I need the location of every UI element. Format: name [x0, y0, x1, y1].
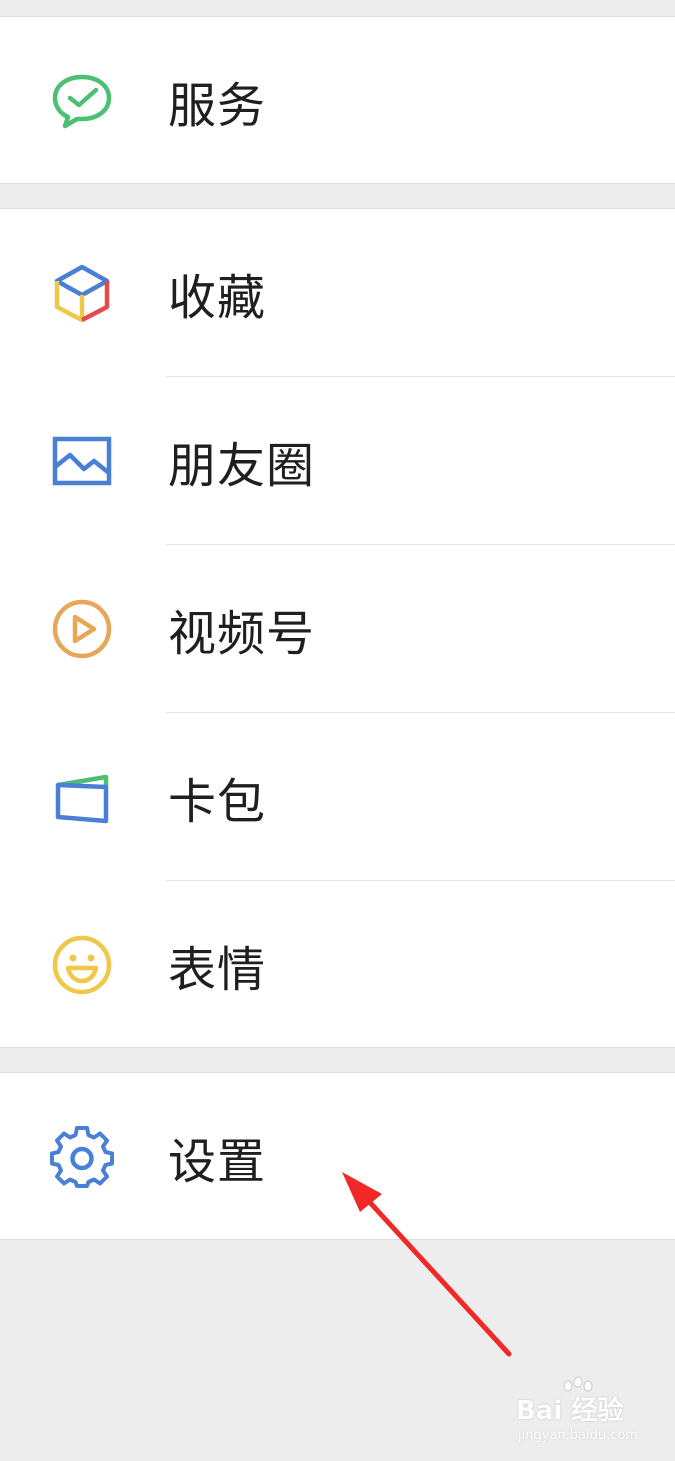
menu-label-cards: 卡包	[168, 774, 267, 830]
menu-label-settings: 设置	[168, 1134, 267, 1190]
menu-item-services[interactable]: 服务	[0, 17, 675, 185]
wallet-icon	[50, 765, 114, 829]
group-services: 服务	[0, 16, 675, 184]
smiley-icon	[50, 933, 114, 997]
menu-item-stickers[interactable]: 表情	[0, 881, 675, 1049]
menu-label-stickers: 表情	[168, 942, 267, 998]
picture-icon	[50, 429, 114, 493]
menu-item-cards[interactable]: 卡包	[0, 713, 675, 881]
group-settings: 设置	[0, 1072, 675, 1240]
menu-label-moments: 朋友圈	[168, 438, 316, 494]
menu-item-channels[interactable]: 视频号	[0, 545, 675, 713]
menu-label-favorites: 收藏	[168, 270, 267, 326]
cube-icon	[50, 261, 114, 325]
watermark-url: jingyan.baidu.com	[518, 1428, 638, 1443]
wechat-pay-icon	[50, 69, 114, 133]
play-icon	[50, 597, 114, 661]
menu-item-moments[interactable]: 朋友圈	[0, 377, 675, 545]
group-features: 收藏 朋友圈 视频号 卡包 表情	[0, 208, 675, 1048]
menu-item-favorites[interactable]: 收藏	[0, 209, 675, 377]
menu-label-services: 服务	[168, 78, 267, 134]
menu-item-settings[interactable]: 设置	[0, 1073, 675, 1241]
baidu-jingyan-watermark: Bai 经验 jingyan.baidu.com	[516, 1376, 666, 1450]
gear-icon	[50, 1125, 114, 1189]
menu-label-channels: 视频号	[168, 606, 316, 662]
watermark-text: Bai 经验	[516, 1396, 624, 1426]
